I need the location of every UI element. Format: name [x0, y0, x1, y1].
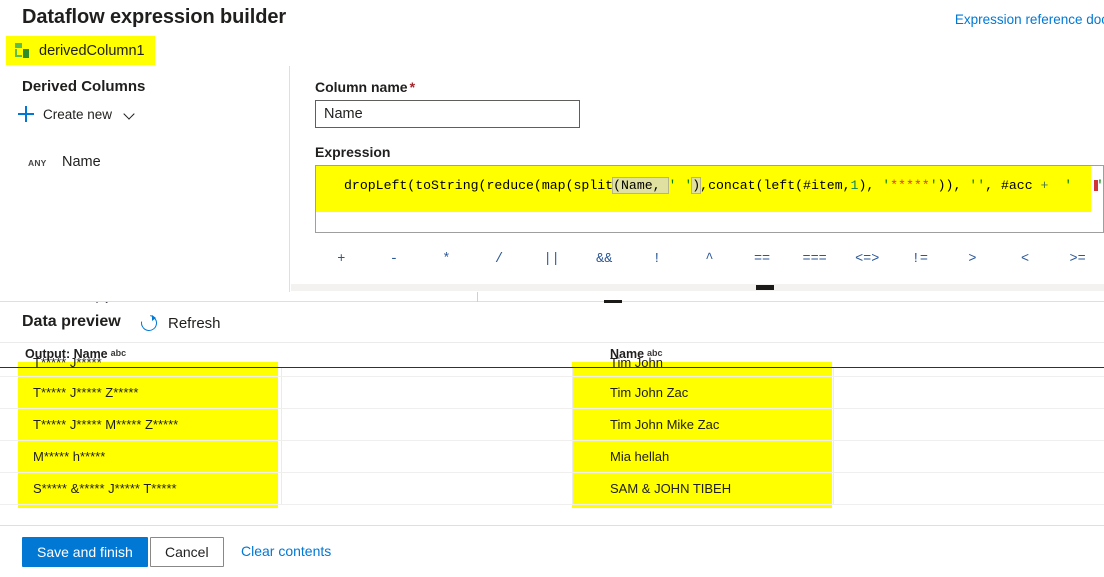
refresh-button[interactable]: Refresh: [140, 314, 221, 332]
column-name-label: Column name *: [315, 79, 415, 95]
data-preview-header: Data preview Refresh: [0, 303, 1104, 343]
expression-input[interactable]: dropLeft(toString(reduce(map(split(Name,…: [315, 165, 1104, 233]
create-new-button[interactable]: Create new: [18, 106, 136, 122]
expression-label: Expression: [315, 144, 391, 160]
cell-output-name: S***** &***** J***** T*****: [33, 481, 177, 496]
cell-name: Tim John Zac: [610, 385, 689, 400]
operator-button[interactable]: ||: [525, 252, 578, 267]
required-marker: *: [409, 79, 416, 95]
expression-token-10: *****: [890, 178, 930, 193]
expression-token-15: , #acc: [985, 178, 1041, 193]
cell-name: Tim John: [610, 355, 663, 370]
column-type-badge: ANY: [28, 158, 47, 168]
column-separator: [833, 409, 834, 440]
column-separator: [281, 368, 282, 376]
expression-token-1: (Name,: [612, 177, 670, 194]
operator-button[interactable]: <: [999, 252, 1052, 267]
operator-button[interactable]: ^: [683, 252, 736, 267]
grid-body: T***** J***** Tim John T***** J***** Z****…: [0, 355, 1104, 505]
table-row[interactable]: T***** J***** Z***** Tim John Zac: [0, 377, 1104, 409]
column-separator: [572, 441, 573, 472]
cell-output-name: T***** J*****: [33, 355, 102, 370]
column-separator: [833, 473, 834, 504]
expression-token-9: ': [882, 178, 891, 193]
column-separator: [572, 473, 573, 504]
operator-toolbar: + - * / || &&! ^ == === <=> != > < >=: [315, 242, 1104, 276]
column-separator: [281, 441, 282, 472]
operator-button[interactable]: ==: [736, 252, 789, 267]
derived-column-name: Name: [62, 154, 101, 170]
column-separator: [572, 368, 573, 376]
data-preview-title: Data preview: [22, 313, 121, 330]
expression-token-8: ),: [858, 178, 883, 193]
operator-button[interactable]: &&: [578, 252, 631, 267]
panel-splitter[interactable]: [0, 292, 1104, 302]
derived-columns-panel: Derived Columns Create new ANY Name: [0, 66, 290, 311]
page-title: Dataflow expression builder: [22, 6, 287, 28]
derived-columns-heading: Derived Columns: [22, 78, 146, 95]
create-new-label: Create new: [43, 106, 113, 122]
column-separator: [281, 409, 282, 440]
operator-button[interactable]: <=>: [841, 252, 894, 267]
table-row[interactable]: T***** J***** Tim John: [0, 355, 1104, 377]
expression-token-14: ': [977, 178, 986, 193]
operator-button[interactable]: -: [368, 252, 421, 267]
chevron-down-icon[interactable]: [124, 108, 136, 120]
refresh-label: Refresh: [168, 314, 221, 332]
app-header: Dataflow expression builder Expression r…: [0, 0, 1104, 66]
column-separator: [281, 473, 282, 504]
operator-button[interactable]: *: [420, 252, 473, 267]
operator-button[interactable]: /: [473, 252, 526, 267]
data-preview-grid: Output: Name abc Name abc T***** J***** Tim…: [0, 344, 1104, 525]
editor-horizontal-scrollbar[interactable]: [291, 284, 1104, 291]
column-name-label-text: Column name: [315, 79, 408, 95]
expression-error-marker: [1094, 180, 1098, 191]
expression-text: dropLeft(toString(reduce(map(split(Name,…: [344, 177, 1103, 194]
plus-icon: [18, 106, 34, 122]
expression-token-12: )),: [937, 178, 970, 193]
cell-name: Mia hellah: [610, 449, 670, 464]
table-row[interactable]: S***** &***** J***** T***** SAM & JOHN TI…: [0, 473, 1104, 505]
cell-name: Tim John Mike Zac: [610, 417, 720, 432]
table-row[interactable]: M***** h***** Mia hellah: [0, 441, 1104, 473]
column-separator: [833, 441, 834, 472]
expression-token-11: ': [929, 178, 938, 193]
clear-contents-link[interactable]: Clear contents: [241, 543, 331, 559]
derived-column-list-item[interactable]: ANY Name: [28, 154, 101, 170]
stream-name-label: derivedColumn1: [39, 42, 145, 59]
cell-output-name: T***** J***** M***** Z*****: [33, 417, 179, 432]
expression-token-19: [1072, 178, 1096, 193]
save-and-finish-button[interactable]: Save and finish: [22, 537, 148, 567]
table-row[interactable]: T***** J***** M***** Z***** Tim John Mike…: [0, 409, 1104, 441]
operator-button[interactable]: ===: [788, 252, 841, 267]
expression-editor-region: Column name* Expression dropLeft(toStrin…: [291, 66, 1104, 302]
column-separator: [572, 377, 573, 408]
expression-token-17: [1048, 178, 1064, 193]
operator-button[interactable]: !: [631, 252, 684, 267]
column-separator: [572, 409, 573, 440]
column-separator: [281, 377, 282, 408]
column-name-input[interactable]: [315, 100, 580, 128]
cancel-button[interactable]: Cancel: [150, 537, 224, 567]
operator-button[interactable]: >=: [1051, 252, 1104, 267]
dialog-footer: Save and finish Cancel Clear contents: [0, 525, 1104, 577]
panel-splitter-divider: [477, 292, 478, 302]
expression-token-5: ): [691, 177, 702, 194]
expression-reference-doc-link[interactable]: Expression reference doc: [955, 12, 1104, 27]
operator-button[interactable]: !=: [894, 252, 947, 267]
editor-horizontal-scrollbar-thumb[interactable]: [756, 285, 774, 290]
operator-button[interactable]: +: [315, 252, 368, 267]
derived-column-icon: [14, 42, 31, 59]
cell-output-name: T***** J***** Z*****: [33, 385, 139, 400]
stream-name-chip[interactable]: derivedColumn1: [6, 36, 155, 65]
grid-column-type-badge: abc: [110, 348, 127, 358]
expression-token-6: ,concat(left(#item,: [700, 178, 851, 193]
expression-token-0: dropLeft(toString(reduce(map(split: [344, 178, 614, 193]
cell-output-name: M***** h*****: [33, 449, 106, 464]
operator-button[interactable]: >: [946, 252, 999, 267]
refresh-icon: [140, 314, 158, 332]
column-separator: [833, 368, 834, 376]
cell-name: SAM & JOHN TIBEH: [610, 481, 732, 496]
column-separator: [833, 377, 834, 408]
